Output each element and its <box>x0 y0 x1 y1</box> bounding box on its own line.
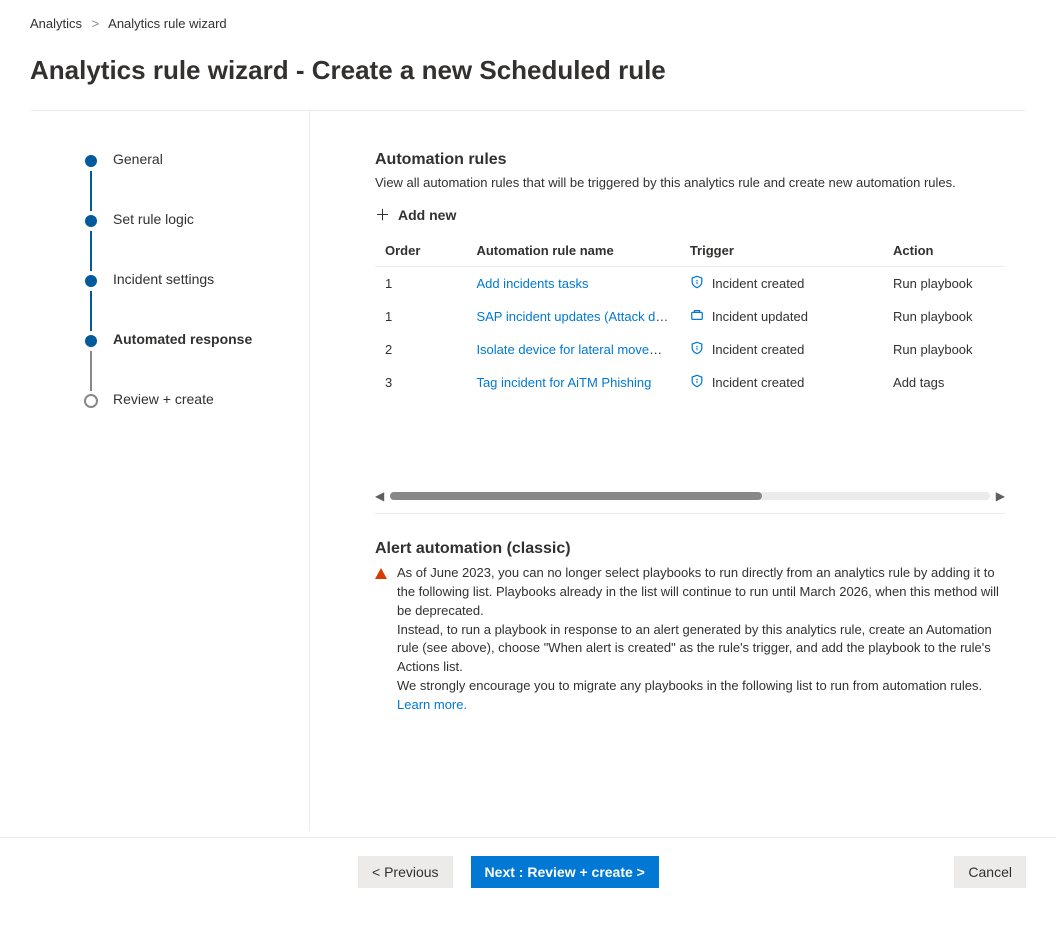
col-action[interactable]: Action <box>883 235 1005 267</box>
step-set-rule-logic[interactable]: Set rule logic <box>85 211 309 271</box>
cell-action: Run playbook <box>883 267 1005 301</box>
page-title: Analytics rule wizard - Create a new Sch… <box>30 55 1026 86</box>
cancel-button[interactable]: Cancel <box>954 856 1026 888</box>
plus-icon: ＋ <box>375 204 390 225</box>
add-new-button[interactable]: ＋ Add new <box>375 204 456 225</box>
cell-order: 1 <box>375 300 466 333</box>
cell-trigger: Incident created <box>680 333 883 366</box>
scroll-track[interactable] <box>390 492 990 500</box>
cell-order: 2 <box>375 333 466 366</box>
cell-action: Run playbook <box>883 333 1005 366</box>
wizard-steps: General Set rule logic Incident settings… <box>30 111 310 831</box>
cell-action: Run playbook <box>883 300 1005 333</box>
rule-name-link[interactable]: Isolate device for lateral movement tag <box>476 342 679 357</box>
cell-trigger: Incident created <box>680 366 883 399</box>
rule-name-link[interactable]: SAP incident updates (Attack disruption) <box>476 309 679 324</box>
rule-name-link[interactable]: Tag incident for AiTM Phishing <box>476 375 651 390</box>
col-trigger[interactable]: Trigger <box>680 235 883 267</box>
cell-action: Add tags <box>883 366 1005 399</box>
col-order[interactable]: Order <box>375 235 466 267</box>
step-review-create[interactable]: Review + create <box>85 391 309 451</box>
table-row[interactable]: 3 Tag incident for AiTM Phishing Incident … <box>375 366 1005 399</box>
automation-rules-table: Order Automation rule name Trigger Actio… <box>375 235 1005 399</box>
chevron-right-icon: > <box>92 16 100 31</box>
table-row[interactable]: 2 Isolate device for lateral movement tag… <box>375 333 1005 366</box>
breadcrumb-root[interactable]: Analytics <box>30 16 82 31</box>
col-name[interactable]: Automation rule name <box>466 235 679 267</box>
breadcrumb-current: Analytics rule wizard <box>108 16 227 31</box>
shield-info-icon <box>690 374 704 391</box>
cell-order: 1 <box>375 267 466 301</box>
next-button[interactable]: Next : Review + create > <box>471 856 659 888</box>
cell-name: Add incidents tasks <box>466 267 679 301</box>
cell-name: Tag incident for AiTM Phishing <box>466 366 679 399</box>
scroll-left-icon[interactable]: ◀ <box>375 489 384 503</box>
step-general[interactable]: General <box>85 151 309 211</box>
breadcrumb: Analytics > Analytics rule wizard <box>30 12 1026 41</box>
cell-order: 3 <box>375 366 466 399</box>
previous-button[interactable]: < Previous <box>358 856 453 888</box>
briefcase-icon <box>690 308 704 325</box>
cell-name: Isolate device for lateral movement tag <box>466 333 679 366</box>
learn-more-link[interactable]: Learn more. <box>397 697 467 712</box>
automation-rules-heading: Automation rules <box>375 151 1005 169</box>
automation-rules-description: View all automation rules that will be t… <box>375 175 1005 190</box>
shield-info-icon <box>690 275 704 292</box>
step-automated-response[interactable]: Automated response <box>85 331 309 391</box>
step-incident-settings[interactable]: Incident settings <box>85 271 309 331</box>
cell-trigger: Incident created <box>680 267 883 301</box>
add-new-label: Add new <box>398 207 456 223</box>
horizontal-scrollbar[interactable]: ◀ ▶ <box>375 489 1005 503</box>
scroll-right-icon[interactable]: ▶ <box>996 489 1005 503</box>
table-row[interactable]: 1 SAP incident updates (Attack disruption… <box>375 300 1005 333</box>
cell-name: SAP incident updates (Attack disruption) <box>466 300 679 333</box>
alert-automation-warning: As of June 2023, you can no longer selec… <box>397 564 1005 715</box>
shield-info-icon <box>690 341 704 358</box>
wizard-footer: < Previous Next : Review + create > Canc… <box>0 837 1056 910</box>
cell-trigger: Incident updated <box>680 300 883 333</box>
scroll-thumb[interactable] <box>390 492 762 500</box>
table-row[interactable]: 1 Add incidents tasks Incident createdRun … <box>375 267 1005 301</box>
warning-icon <box>375 568 387 579</box>
rule-name-link[interactable]: Add incidents tasks <box>476 276 588 291</box>
alert-automation-heading: Alert automation (classic) <box>375 540 1005 558</box>
